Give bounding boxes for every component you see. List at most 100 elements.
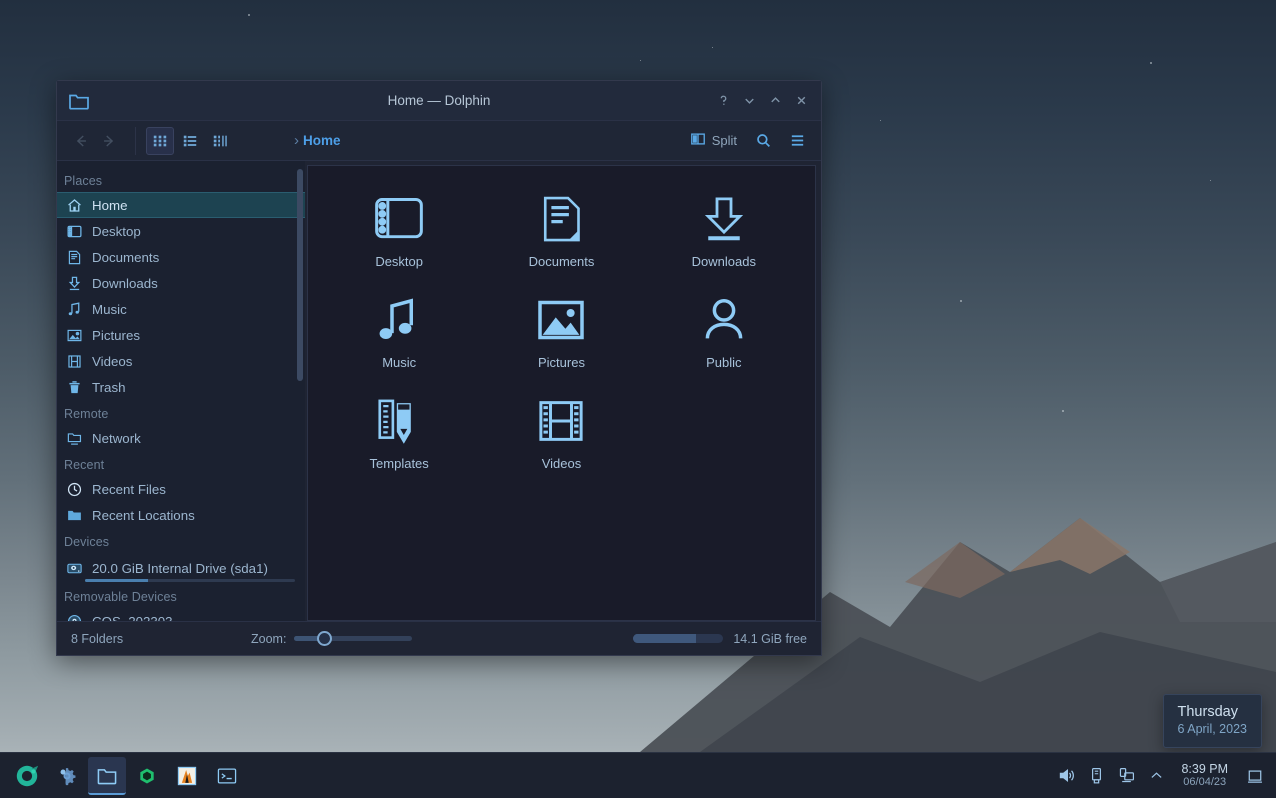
sidebar-item-trash[interactable]: Trash xyxy=(57,374,305,400)
folder-item-pictures[interactable]: Pictures xyxy=(480,281,642,376)
sidebar-item-label: Music xyxy=(92,302,127,317)
view-container: Desktop Documents xyxy=(305,161,821,621)
folder-item-public[interactable]: Public xyxy=(643,281,805,376)
date-tooltip: Thursday 6 April, 2023 xyxy=(1163,694,1263,748)
image-app-launcher[interactable] xyxy=(168,757,206,795)
folder-item-music[interactable]: Music xyxy=(318,281,480,376)
hexagon-app-launcher[interactable] xyxy=(128,757,166,795)
taskbar-launchers xyxy=(0,757,246,795)
sidebar-section-devices: Devices xyxy=(57,528,305,553)
sidebar-item-network[interactable]: Network xyxy=(57,425,305,451)
tooltip-day: Thursday xyxy=(1178,704,1248,720)
split-button[interactable]: Split xyxy=(684,128,743,153)
folder-item-label: Public xyxy=(706,355,741,370)
sidebar-item-recent-files[interactable]: Recent Files xyxy=(57,476,305,502)
sidebar-item-label: Videos xyxy=(92,354,132,369)
sidebar-item-label: Recent Files xyxy=(92,482,166,497)
minimize-button[interactable] xyxy=(737,89,761,113)
back-button[interactable] xyxy=(67,127,95,155)
sidebar-item-pictures[interactable]: Pictures xyxy=(57,322,305,348)
free-space-bar xyxy=(633,634,723,643)
folder-item-desktop[interactable]: Desktop xyxy=(318,180,480,275)
help-button[interactable] xyxy=(711,89,735,113)
menu-button[interactable] xyxy=(783,127,811,155)
folder-icon xyxy=(65,506,83,524)
system-settings-launcher[interactable] xyxy=(48,757,86,795)
sidebar-item-label: 20.0 GiB Internal Drive (sda1) xyxy=(92,561,268,576)
templates-folder-icon xyxy=(371,390,427,452)
window-controls xyxy=(711,89,813,113)
zoom-slider[interactable] xyxy=(294,631,412,647)
show-desktop-button[interactable] xyxy=(1240,759,1270,793)
digital-clock[interactable]: 8:39 PM 06/04/23 xyxy=(1173,762,1236,789)
sidebar-item-music[interactable]: Music xyxy=(57,296,305,322)
videos-icon xyxy=(65,352,83,370)
folder-item-label: Pictures xyxy=(538,355,585,370)
zoom-slider-handle[interactable] xyxy=(317,631,332,646)
breadcrumb-current[interactable]: Home xyxy=(303,133,341,148)
pictures-folder-icon xyxy=(533,289,589,351)
search-button[interactable] xyxy=(749,127,777,155)
sidebar-item-label: Documents xyxy=(92,250,159,265)
close-button[interactable] xyxy=(789,89,813,113)
sidebar-item-videos[interactable]: Videos xyxy=(57,348,305,374)
sidebar-item-documents[interactable]: Documents xyxy=(57,244,305,270)
sidebar-item-internal-drive[interactable]: 20.0 GiB Internal Drive (sda1) xyxy=(57,553,305,583)
network-icon[interactable] xyxy=(1113,761,1139,791)
terminal-launcher[interactable] xyxy=(208,757,246,795)
clock-date: 06/04/23 xyxy=(1183,776,1226,789)
pictures-icon xyxy=(65,326,83,344)
forward-button[interactable] xyxy=(95,127,123,155)
compact-view-button[interactable] xyxy=(206,127,234,155)
window-body: Places Home Desktop Documents xyxy=(57,161,821,621)
network-icon xyxy=(65,429,83,447)
sidebar-item-desktop[interactable]: Desktop xyxy=(57,218,305,244)
taskbar: 8:39 PM 06/04/23 xyxy=(0,752,1276,798)
folder-item-templates[interactable]: Templates xyxy=(318,382,480,477)
dolphin-window: Home — Dolphin xyxy=(56,80,822,656)
downloads-icon xyxy=(65,274,83,292)
dolphin-taskbar-entry[interactable] xyxy=(88,757,126,795)
clock-time: 8:39 PM xyxy=(1181,762,1228,776)
folder-item-label: Videos xyxy=(542,456,582,471)
main-toolbar: › Home Split xyxy=(57,121,821,161)
public-folder-icon xyxy=(696,289,752,351)
maximize-button[interactable] xyxy=(763,89,787,113)
breadcrumb[interactable]: › Home xyxy=(294,132,341,149)
usb-drive-icon[interactable] xyxy=(1083,761,1109,791)
sidebar-section-remote: Remote xyxy=(57,400,305,425)
sidebar-item-cos-202303[interactable]: COS_202303 xyxy=(57,608,305,621)
clock-icon xyxy=(65,480,83,498)
folder-item-downloads[interactable]: Downloads xyxy=(643,180,805,275)
sidebar-item-downloads[interactable]: Downloads xyxy=(57,270,305,296)
sidebar-section-places: Places xyxy=(57,167,305,192)
sidebar-item-label: Desktop xyxy=(92,224,141,239)
sidebar-item-label: Pictures xyxy=(92,328,140,343)
sidebar-item-home[interactable]: Home xyxy=(57,192,305,218)
folder-item-videos[interactable]: Videos xyxy=(480,382,642,477)
optical-disc-icon xyxy=(65,612,83,621)
window-titlebar[interactable]: Home — Dolphin xyxy=(57,81,821,121)
documents-icon xyxy=(65,248,83,266)
folder-item-label: Downloads xyxy=(692,254,756,269)
folder-item-documents[interactable]: Documents xyxy=(480,180,642,275)
folder-item-label: Documents xyxy=(529,254,595,269)
status-bar: 8 Folders Zoom: 14.1 GiB free xyxy=(57,621,821,655)
application-launcher[interactable] xyxy=(8,757,46,795)
icons-view-button[interactable] xyxy=(146,127,174,155)
volume-icon[interactable] xyxy=(1053,761,1079,791)
sidebar-item-label: Home xyxy=(92,198,127,213)
sidebar-item-recent-locations[interactable]: Recent Locations xyxy=(57,502,305,528)
details-view-button[interactable] xyxy=(176,127,204,155)
sidebar-item-label: Trash xyxy=(92,380,126,395)
folder-item-label: Templates xyxy=(370,456,429,471)
folder-view[interactable]: Desktop Documents xyxy=(307,165,816,621)
sidebar-item-label: COS_202303 xyxy=(92,614,173,622)
sidebar-scrollbar[interactable] xyxy=(297,169,303,381)
desktop-icon xyxy=(65,222,83,240)
music-folder-icon xyxy=(371,289,427,351)
sidebar-item-label: Downloads xyxy=(92,276,158,291)
free-space-indicator[interactable]: 14.1 GiB free xyxy=(633,632,807,646)
split-label: Split xyxy=(712,133,737,148)
show-hidden-icons-icon[interactable] xyxy=(1143,761,1169,791)
